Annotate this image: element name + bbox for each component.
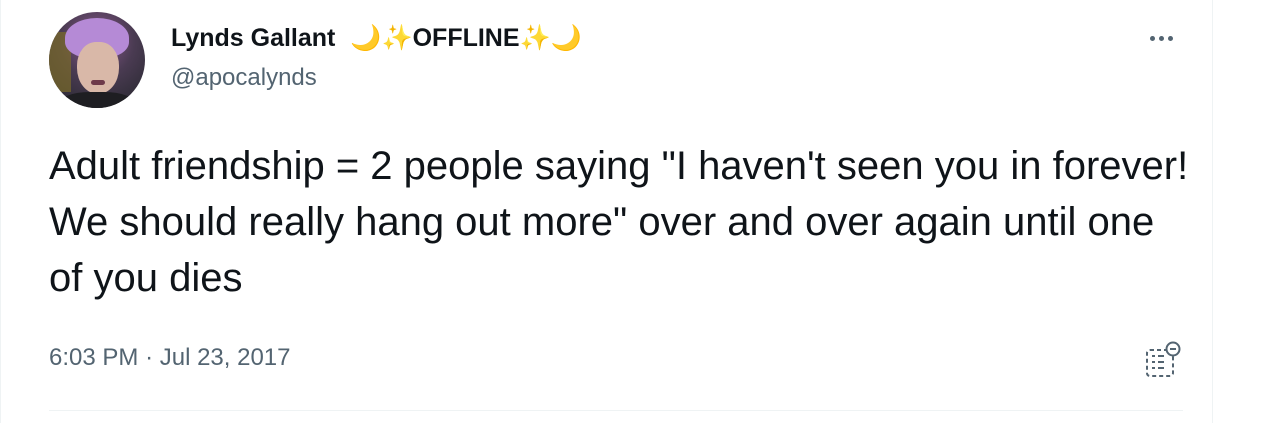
more-dot	[1167, 35, 1173, 41]
avatar[interactable]	[49, 12, 145, 108]
divider	[49, 410, 1183, 411]
author-name[interactable]: Lynds Gallant	[171, 24, 335, 52]
more-horizontal-icon	[1149, 35, 1155, 41]
analytics-icon	[1146, 341, 1181, 377]
more-options-button[interactable]	[1139, 28, 1183, 48]
author-name-row[interactable]: Lynds Gallant 🌙✨OFFLINE✨🌙	[171, 20, 582, 56]
tweet-card: Lynds Gallant 🌙✨OFFLINE✨🌙 @apocalynds Ad…	[0, 0, 1213, 423]
tweet-text: Adult friendship = 2 people saying "I ha…	[49, 144, 1189, 300]
timestamp-separator: ·	[145, 344, 154, 371]
avatar-lips	[91, 80, 105, 85]
tweet-time[interactable]: 6:03 PM	[49, 344, 138, 371]
tweet-timestamp[interactable]: 6:03 PM · Jul 23, 2017	[49, 340, 291, 376]
tweet-date[interactable]: Jul 23, 2017	[160, 344, 291, 371]
author-name-suffix: 🌙✨OFFLINE✨🌙	[350, 24, 582, 52]
avatar-face	[77, 42, 119, 94]
more-dot	[1158, 35, 1164, 41]
avatar-shirt	[59, 92, 135, 108]
analytics-button[interactable]	[1143, 340, 1183, 380]
author-handle[interactable]: @apocalynds	[171, 62, 317, 94]
